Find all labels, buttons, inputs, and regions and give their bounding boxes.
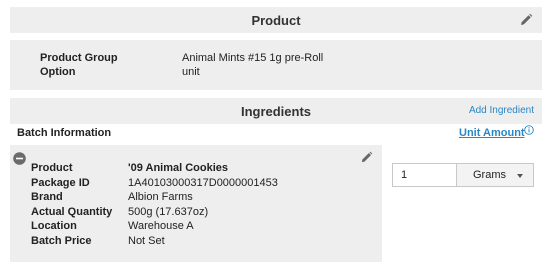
add-ingredient-link[interactable]: Add Ingredient (469, 105, 534, 116)
actual-quantity-value: 500g (17.637oz) (128, 206, 209, 218)
product-group-value: Animal Mints #15 1g pre-Roll (182, 52, 324, 64)
location-value: Warehouse A (128, 220, 194, 232)
package-id-value: 1A40103000317D0000001453 (128, 177, 278, 189)
option-label: Option (40, 66, 76, 78)
pencil-icon[interactable] (360, 151, 373, 164)
unit-amount-value: 1 (401, 169, 408, 181)
product-details-panel: Product Group Animal Mints #15 1g pre-Ro… (10, 40, 542, 90)
ingredients-section-title: Ingredients (240, 103, 312, 119)
batch-price-label: Batch Price (31, 235, 92, 247)
location-label: Location (31, 220, 77, 232)
caret-down-icon (517, 174, 523, 178)
batch-information-label: Batch Information (17, 127, 112, 139)
unit-amount-link[interactable]: Unit Amount (459, 127, 525, 139)
unit-select-value: Grams (473, 169, 506, 181)
brand-label: Brand (31, 191, 63, 203)
pencil-icon[interactable] (519, 13, 533, 27)
batch-product-value: '09 Animal Cookies (128, 162, 229, 174)
ingredients-section-header: Ingredients Add Ingredient (10, 98, 542, 124)
batch-product-label: Product (31, 162, 73, 174)
unit-amount-input[interactable]: 1 (392, 163, 456, 187)
batch-price-value: Not Set (128, 235, 165, 247)
batch-card: Product '09 Animal Cookies Package ID 1A… (10, 145, 382, 262)
unit-select[interactable]: Grams (456, 163, 534, 187)
minus-circle-icon[interactable] (13, 152, 26, 165)
product-group-label: Product Group (40, 52, 118, 64)
brand-value: Albion Farms (128, 191, 193, 203)
info-icon[interactable] (524, 125, 534, 135)
product-section-header: Product (10, 7, 542, 33)
actual-quantity-label: Actual Quantity (31, 206, 113, 218)
package-id-label: Package ID (31, 177, 90, 189)
option-value: unit (182, 66, 200, 78)
product-section-title: Product (251, 12, 301, 28)
